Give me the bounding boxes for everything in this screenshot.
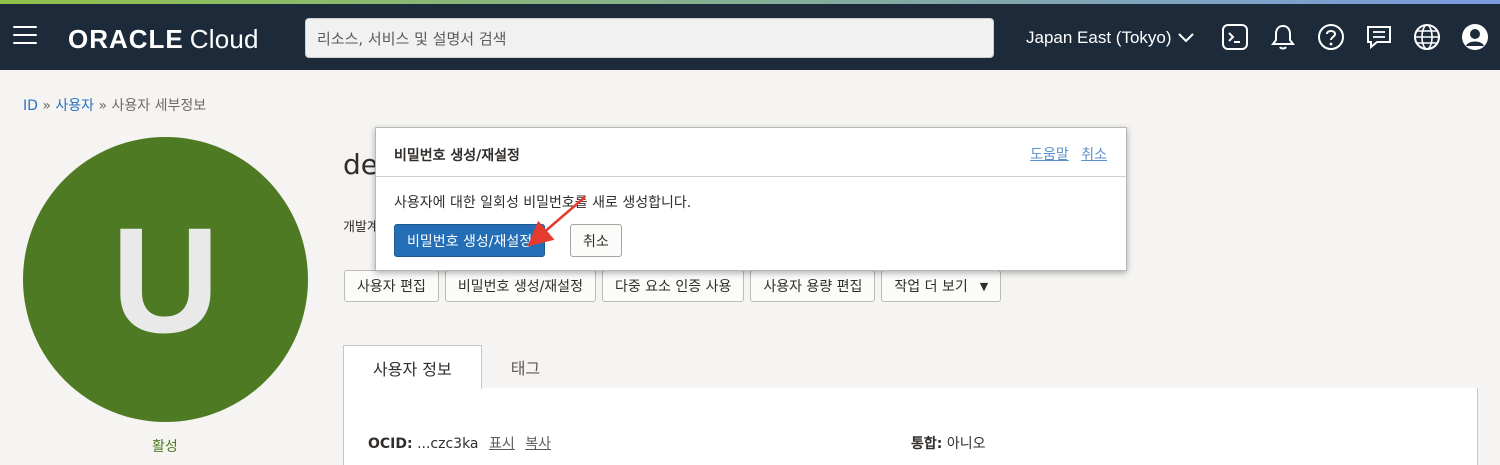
- avatar-letter: U: [111, 195, 220, 364]
- copy-ocid-link[interactable]: 복사: [525, 436, 551, 452]
- caret-down-icon: ▼: [979, 279, 989, 293]
- more-actions-button[interactable]: 작업 더 보기 ▼: [881, 270, 1002, 302]
- user-description: 개발계: [343, 220, 379, 235]
- help-link[interactable]: 도움말: [1030, 147, 1069, 163]
- breadcrumb-current: 사용자 세부정보: [111, 98, 207, 114]
- dialog-header-links: 도움말 취소: [1022, 144, 1107, 164]
- ocid-value: ...czc3ka: [417, 436, 479, 452]
- dialog-cancel-link[interactable]: 취소: [1081, 147, 1107, 163]
- globe-icon[interactable]: [1412, 22, 1442, 52]
- region-selector[interactable]: Japan East (Tokyo): [1026, 28, 1194, 48]
- bell-icon[interactable]: [1268, 22, 1298, 52]
- federated-row: 통합: 아니오: [911, 433, 985, 453]
- breadcrumb-users-link[interactable]: 사용자: [55, 98, 94, 114]
- enable-mfa-button[interactable]: 다중 요소 인증 사용: [601, 270, 745, 302]
- oracle-cloud-logo[interactable]: ORACLE Cloud: [68, 24, 259, 55]
- user-info-panel: [343, 388, 1478, 465]
- cloud-shell-icon[interactable]: [1220, 22, 1250, 52]
- dialog-title: 비밀번호 생성/재설정: [394, 148, 520, 164]
- reset-password-button[interactable]: 비밀번호 생성/재설정: [444, 270, 596, 302]
- chevron-down-icon: [1177, 33, 1194, 43]
- breadcrumb-separator: »: [98, 98, 108, 114]
- top-navigation-bar: ORACLE Cloud 리소스, 서비스 및 설명서 검색 Japan East…: [0, 4, 1500, 70]
- search-input[interactable]: 리소스, 서비스 및 설명서 검색: [305, 18, 994, 58]
- ocid-row: OCID: ...czc3ka 표시 복사: [368, 433, 551, 453]
- breadcrumb-separator: »: [42, 98, 51, 114]
- create-reset-password-button[interactable]: 비밀번호 생성/재설정: [394, 224, 546, 257]
- action-toolbar: 사용자 편집 비밀번호 생성/재설정 다중 요소 인증 사용 사용자 용량 편집…: [344, 270, 1002, 302]
- tab-tags[interactable]: 태그: [482, 345, 569, 389]
- federated-label: 통합:: [911, 436, 943, 452]
- edit-user-button[interactable]: 사용자 편집: [344, 270, 439, 302]
- tab-bar: 사용자 정보 태그: [343, 345, 569, 389]
- status-label: 활성: [152, 439, 178, 455]
- chat-icon[interactable]: [1364, 22, 1394, 52]
- dialog-message: 사용자에 대한 일회성 비밀번호를 새로 생성합니다.: [394, 195, 692, 211]
- dialog-header: 비밀번호 생성/재설정 도움말 취소: [376, 128, 1126, 177]
- more-actions-label: 작업 더 보기: [894, 279, 968, 295]
- ocid-label: OCID:: [368, 436, 413, 452]
- dialog-cancel-button[interactable]: 취소: [570, 224, 622, 257]
- page-title: de: [343, 148, 378, 181]
- region-label: Japan East (Tokyo): [1026, 28, 1172, 47]
- tab-user-info[interactable]: 사용자 정보: [343, 345, 482, 389]
- user-avatar: U: [23, 137, 308, 422]
- breadcrumb-id-link[interactable]: ID: [23, 98, 38, 114]
- reset-password-dialog: 비밀번호 생성/재설정 도움말 취소 사용자에 대한 일회성 비밀번호를 새로 …: [375, 127, 1127, 271]
- help-icon[interactable]: [1316, 22, 1346, 52]
- show-ocid-link[interactable]: 표시: [489, 436, 515, 452]
- breadcrumb: ID » 사용자 » 사용자 세부정보: [23, 95, 206, 115]
- menu-icon[interactable]: [13, 26, 37, 46]
- user-profile-icon[interactable]: [1460, 22, 1490, 52]
- edit-user-capabilities-button[interactable]: 사용자 용량 편집: [750, 270, 876, 302]
- federated-value: 아니오: [946, 436, 986, 452]
